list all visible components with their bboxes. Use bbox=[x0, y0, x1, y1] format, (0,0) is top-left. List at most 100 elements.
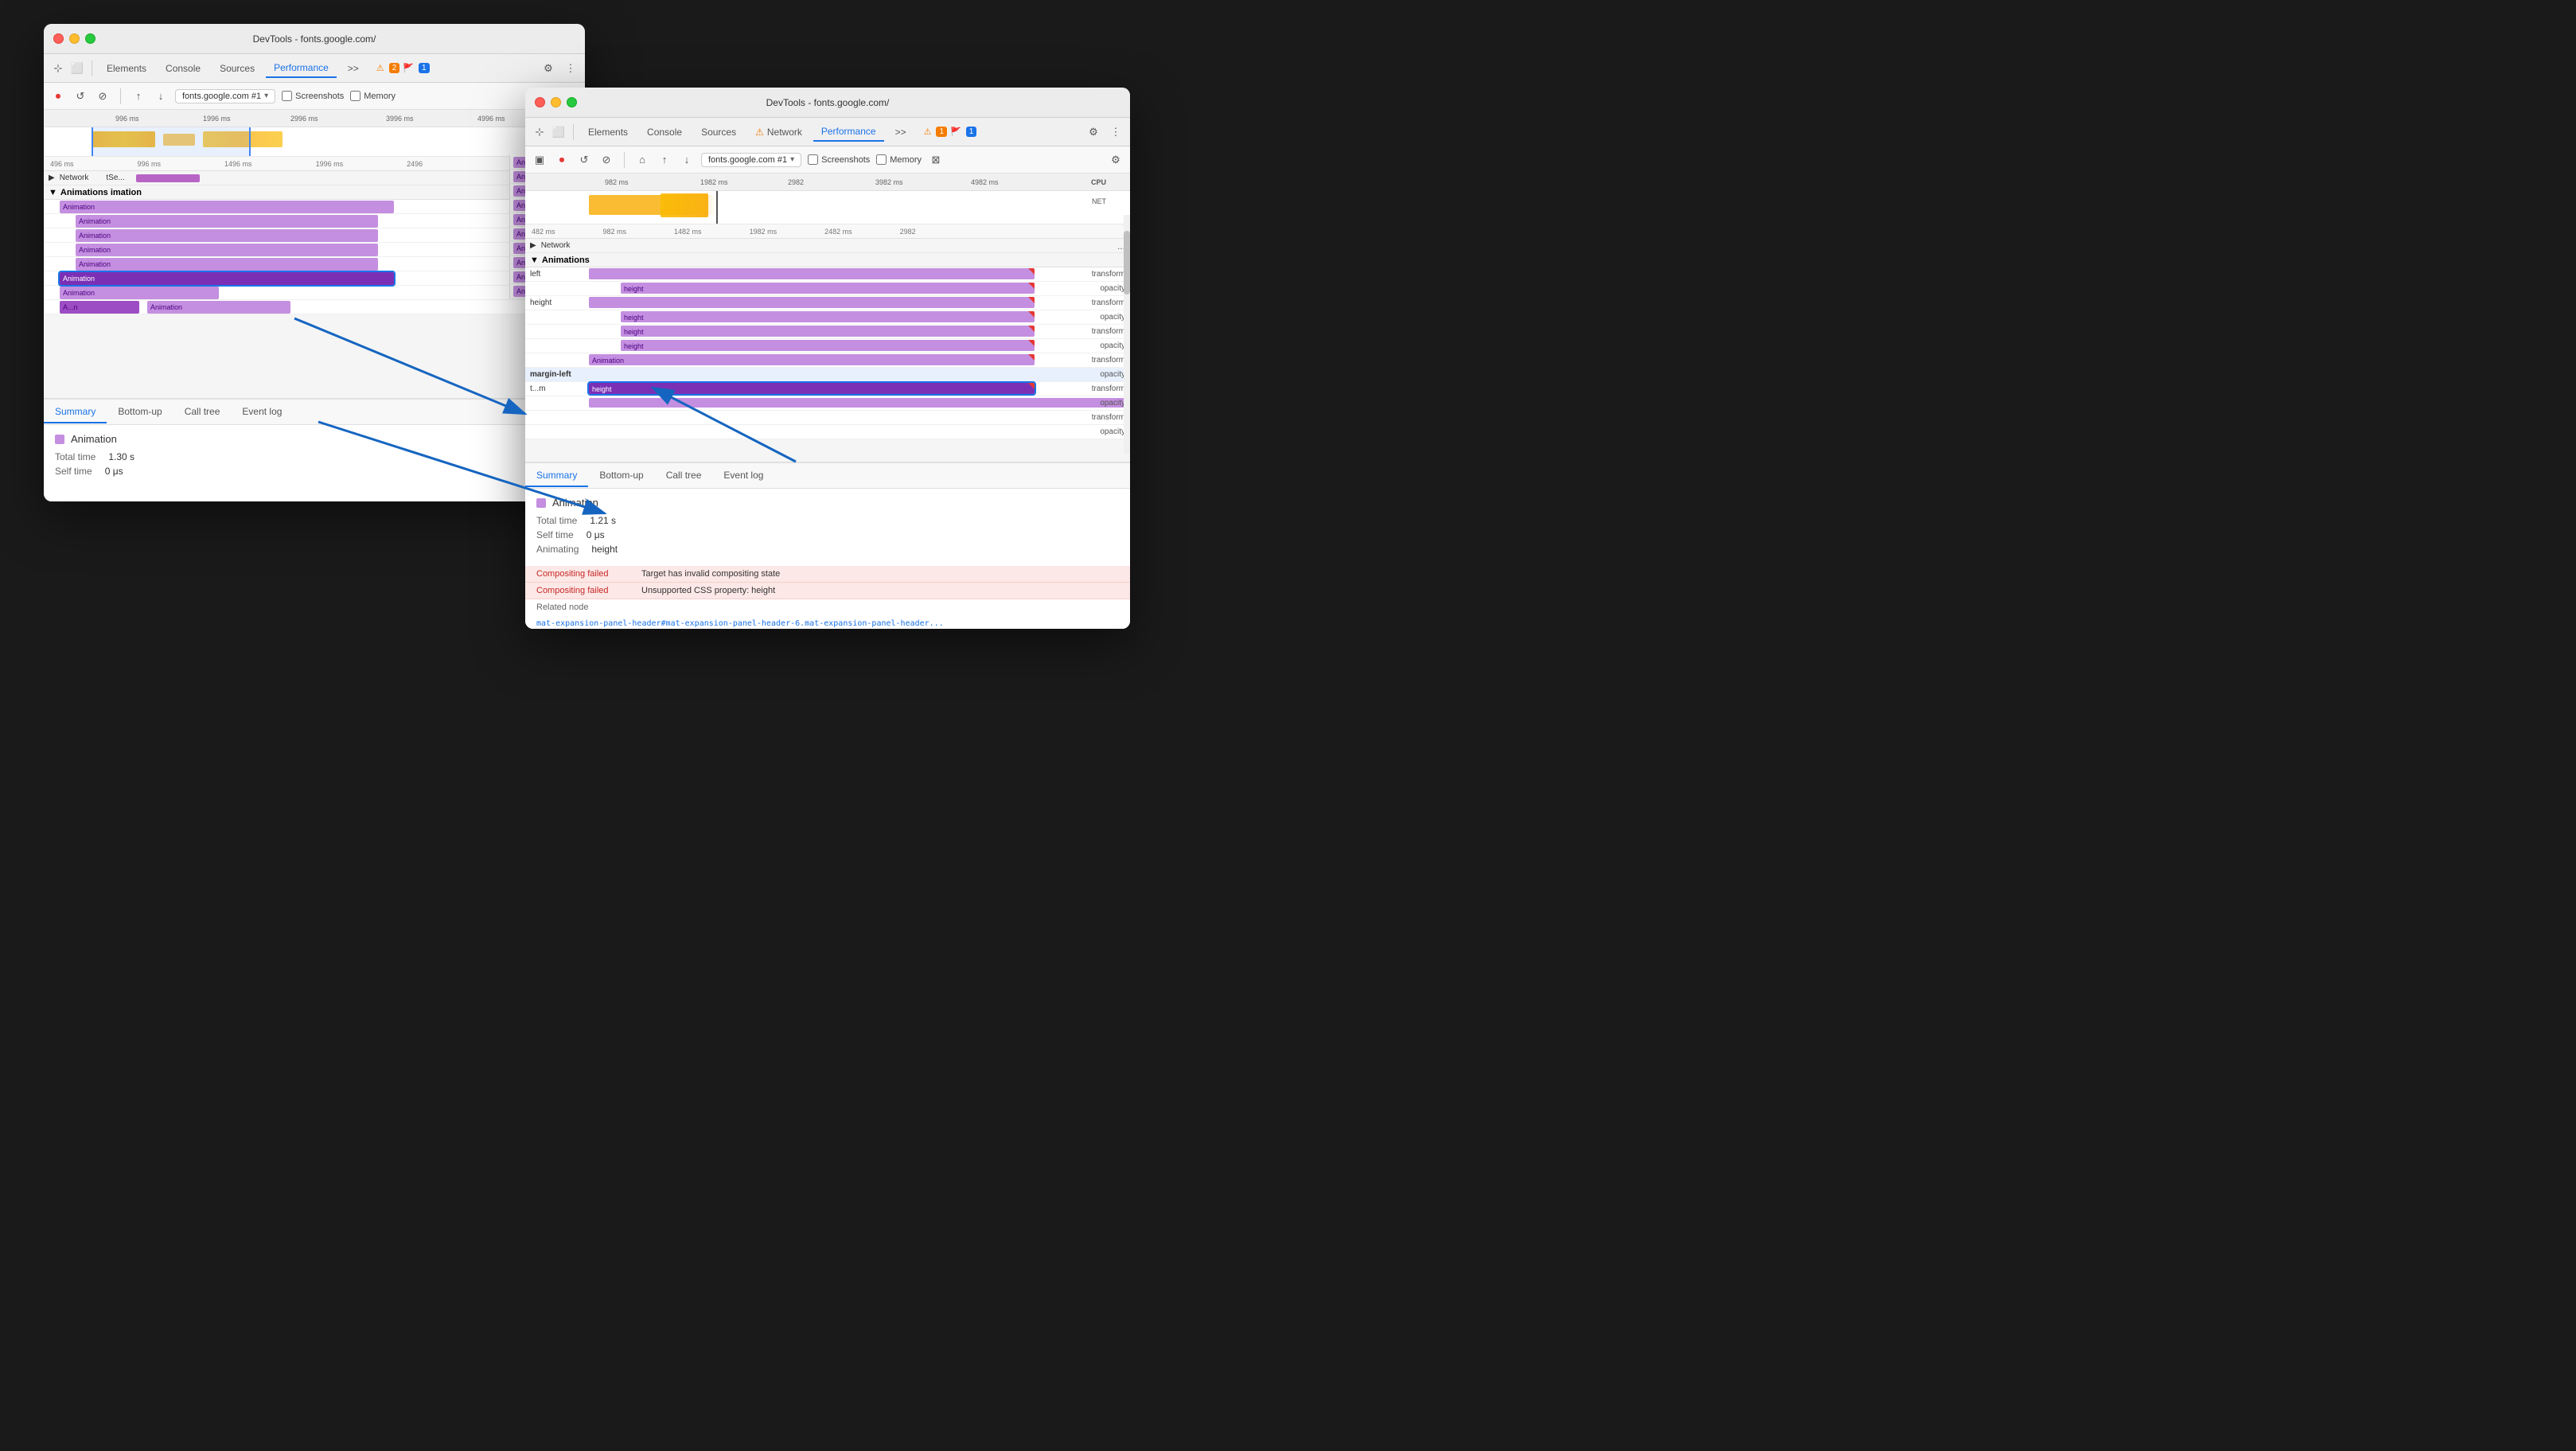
scrollbar-thumb-front[interactable] bbox=[1124, 231, 1130, 294]
tab-summary-back[interactable]: Summary bbox=[44, 401, 107, 423]
ruler-996: 996 ms bbox=[138, 160, 162, 168]
minimize-button-back[interactable] bbox=[69, 33, 80, 44]
opacity-right-4: opacity bbox=[1100, 370, 1125, 379]
tab-more-front[interactable]: >> bbox=[887, 123, 914, 141]
ruler-tick-3996: 3996 ms bbox=[386, 115, 414, 123]
prop-bar-left[interactable] bbox=[589, 268, 1035, 279]
tab-sources-back[interactable]: Sources bbox=[212, 60, 263, 77]
prop-bar-animation[interactable]: Animation bbox=[589, 354, 1035, 365]
prop-bar-tm-selected[interactable]: height bbox=[589, 383, 1035, 394]
tab-performance-back[interactable]: Performance bbox=[266, 59, 337, 78]
prop-row-empty3: opacity bbox=[525, 425, 1130, 439]
animations-label-back: Animations imation bbox=[60, 188, 142, 197]
memory-input-front[interactable] bbox=[876, 154, 887, 165]
self-time-label-back: Self time bbox=[55, 466, 92, 477]
reload-icon-back[interactable]: ↺ bbox=[72, 88, 88, 104]
reload-icon-front[interactable]: ↺ bbox=[576, 152, 592, 168]
url-arrow-back[interactable]: ▾ bbox=[264, 92, 268, 100]
timeline-top-ruler-front: 982 ms 1982 ms 2982 3982 ms 4982 ms CPU bbox=[525, 174, 1130, 191]
home-icon-front[interactable]: ⌂ bbox=[634, 152, 650, 168]
ruler-982-top: 982 ms bbox=[605, 178, 629, 186]
screenshots-checkbox-back[interactable]: Screenshots bbox=[282, 91, 344, 101]
tab-summary-front[interactable]: Summary bbox=[525, 465, 588, 487]
settings-icon-back[interactable]: ⚙ bbox=[540, 60, 556, 76]
minimize-button-front[interactable] bbox=[551, 97, 561, 107]
close-button-front[interactable] bbox=[535, 97, 545, 107]
tab-console-front[interactable]: Console bbox=[639, 123, 690, 141]
prop-bar-height1[interactable]: height bbox=[621, 283, 1035, 294]
ruler-982: 982 ms bbox=[603, 228, 627, 236]
tab-elements-front[interactable]: Elements bbox=[580, 123, 636, 141]
prop-bar-height5[interactable]: height bbox=[621, 340, 1035, 351]
tab-sources-front[interactable]: Sources bbox=[693, 123, 744, 141]
animations-arrow-back[interactable]: ▼ bbox=[49, 188, 57, 197]
tab-performance-front[interactable]: Performance bbox=[813, 123, 884, 142]
self-time-value-front: 0 μs bbox=[587, 529, 605, 540]
settings2-icon-front[interactable]: ⚙ bbox=[1108, 152, 1124, 168]
network-bar-back bbox=[136, 174, 200, 182]
total-time-label-back: Total time bbox=[55, 451, 95, 462]
network-arrow-front[interactable]: ▶ bbox=[530, 241, 536, 250]
inspect-icon[interactable]: ⊹ bbox=[50, 60, 66, 76]
tab-calltree-back[interactable]: Call tree bbox=[173, 401, 232, 423]
more-icon-back[interactable]: ⋮ bbox=[563, 60, 579, 76]
tab-more-back[interactable]: >> bbox=[340, 60, 367, 77]
total-time-value-back: 1.30 s bbox=[108, 451, 134, 462]
anim-block-3[interactable]: Animation bbox=[76, 229, 378, 242]
anim-block-1[interactable]: Animation bbox=[60, 201, 394, 213]
tab-bottomup-back[interactable]: Bottom-up bbox=[107, 401, 173, 423]
prop-bar-height4[interactable]: height bbox=[621, 326, 1035, 337]
related-node-link[interactable]: mat-expansion-panel-header#mat-expansion… bbox=[536, 619, 944, 628]
anim-block-selected-back[interactable]: Animation bbox=[60, 272, 394, 285]
network-section-back: ▶ Network tSe... bbox=[44, 171, 585, 185]
screenshots-checkbox-front[interactable]: Screenshots bbox=[808, 154, 870, 165]
stop-icon-back[interactable]: ⊘ bbox=[95, 88, 111, 104]
screenshots-input-front[interactable] bbox=[808, 154, 818, 165]
tab-network-front[interactable]: ⚠ Network bbox=[747, 123, 810, 141]
maximize-button-front[interactable] bbox=[567, 97, 577, 107]
memory-icon-front[interactable]: ⊠ bbox=[928, 152, 944, 168]
tab-eventlog-back[interactable]: Event log bbox=[231, 401, 293, 423]
total-time-row-back: Total time 1.30 s bbox=[55, 451, 574, 462]
inspect-icon-front[interactable]: ⊹ bbox=[532, 124, 548, 140]
stop-icon-front[interactable]: ⊘ bbox=[598, 152, 614, 168]
devtools-window-back: DevTools - fonts.google.com/ ⊹ ⬜ Element… bbox=[44, 24, 585, 501]
animating-row-front: Animating height bbox=[536, 544, 1119, 555]
upload-icon-back[interactable]: ↑ bbox=[131, 88, 146, 104]
animations-arrow-front[interactable]: ▼ bbox=[530, 255, 539, 265]
record-icon-back[interactable]: ⏺ bbox=[50, 88, 66, 104]
anim-block-4[interactable]: Animation bbox=[76, 244, 378, 256]
prop-label-height2: height bbox=[530, 298, 551, 307]
download-icon-front[interactable]: ↓ bbox=[679, 152, 695, 168]
anim-block-5[interactable]: Animation bbox=[76, 258, 378, 271]
network-arrow-back[interactable]: ▶ bbox=[49, 174, 55, 182]
summary-panel-front: Animation Total time 1.21 s Self time 0 … bbox=[525, 489, 1130, 566]
device-icon-front[interactable]: ⬜ bbox=[551, 124, 567, 140]
sidebar-icon-front[interactable]: ▣ bbox=[532, 152, 548, 168]
tab-calltree-front[interactable]: Call tree bbox=[655, 465, 713, 487]
prop-bar-height3[interactable]: height bbox=[621, 311, 1035, 322]
more-icon-front[interactable]: ⋮ bbox=[1108, 124, 1124, 140]
url-arrow-front[interactable]: ▾ bbox=[790, 155, 794, 164]
upload-icon-front[interactable]: ↑ bbox=[657, 152, 672, 168]
anim-block-ain[interactable]: A...n bbox=[60, 301, 139, 314]
settings-icon-front[interactable]: ⚙ bbox=[1085, 124, 1101, 140]
anim-block-8b[interactable]: Animation bbox=[147, 301, 290, 314]
tab-console-back[interactable]: Console bbox=[158, 60, 208, 77]
memory-input-back[interactable] bbox=[350, 91, 360, 101]
device-icon[interactable]: ⬜ bbox=[69, 60, 85, 76]
transform-right-5: transform bbox=[1092, 384, 1125, 393]
memory-checkbox-front[interactable]: Memory bbox=[876, 154, 922, 165]
anim-block-2[interactable]: Animation bbox=[76, 215, 378, 228]
tab-elements-back[interactable]: Elements bbox=[99, 60, 154, 77]
maximize-button-back[interactable] bbox=[85, 33, 95, 44]
tab-bottomup-front[interactable]: Bottom-up bbox=[588, 465, 654, 487]
anim-block-7[interactable]: Animation bbox=[60, 287, 219, 299]
record-icon-front[interactable]: ⏺ bbox=[554, 152, 570, 168]
prop-bar-height2[interactable] bbox=[589, 297, 1035, 308]
close-button-back[interactable] bbox=[53, 33, 64, 44]
memory-checkbox-back[interactable]: Memory bbox=[350, 91, 396, 101]
download-icon-back[interactable]: ↓ bbox=[153, 88, 169, 104]
screenshots-input-back[interactable] bbox=[282, 91, 292, 101]
tab-eventlog-front[interactable]: Event log bbox=[712, 465, 774, 487]
